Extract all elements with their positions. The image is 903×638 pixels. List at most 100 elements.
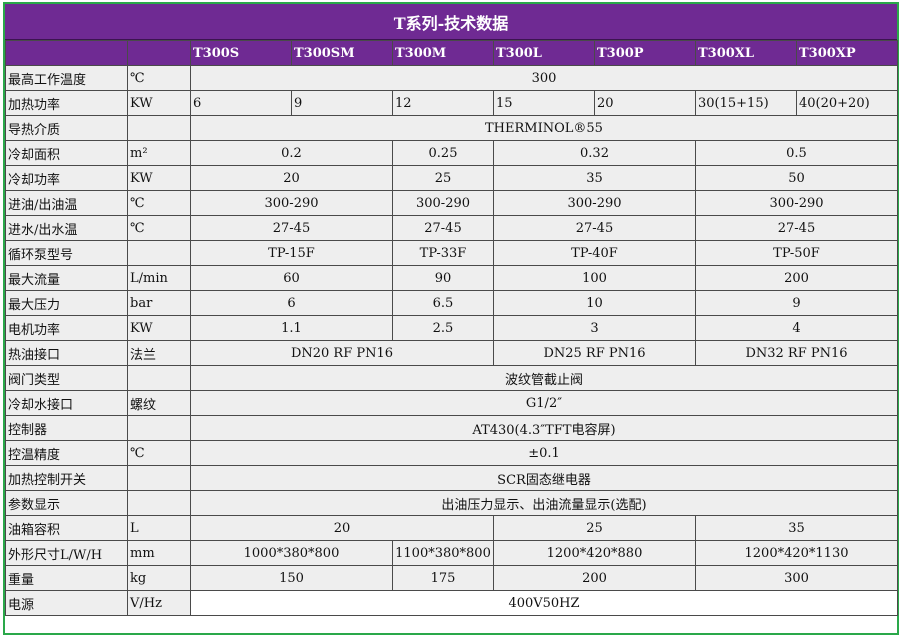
value-cell: 30(15+15)	[695, 90, 797, 116]
row-label: 进水/出水温	[5, 215, 128, 241]
value-cell: 400V50HZ	[190, 590, 898, 616]
value-cell: 波纹管截止阀	[190, 365, 898, 391]
model-header: T300XL	[695, 40, 797, 66]
value-cell: G1/2″	[190, 390, 898, 416]
value-cell: 27-45	[392, 215, 494, 241]
value-cell: 10	[493, 290, 696, 316]
value-cell: 20	[190, 515, 494, 541]
row-unit: ℃	[127, 215, 191, 241]
row-unit: L/min	[127, 265, 191, 291]
model-header: T300XP	[796, 40, 898, 66]
table-title: T系列-技术数据	[5, 4, 897, 40]
model-header-row: T300S T300SM T300M T300L T300P T300XL T3…	[5, 40, 898, 66]
spec-row: 加热功率 KW 6 9 12 15 20 30(15+15) 40(20+20)	[5, 90, 898, 116]
value-cell: 35	[493, 165, 696, 191]
model-header: T300L	[493, 40, 595, 66]
value-cell: 20	[190, 165, 393, 191]
row-label: 外形尺寸L/W/H	[5, 540, 128, 566]
spec-row: 油箱容积 L 20 25 35	[5, 515, 898, 541]
row-unit: L	[127, 515, 191, 541]
value-cell: 25	[392, 165, 494, 191]
value-cell: 12	[392, 90, 494, 116]
spec-row: 最高工作温度 ℃ 300	[5, 65, 898, 91]
value-cell: 40(20+20)	[796, 90, 898, 116]
value-cell: DN25 RF PN16	[493, 340, 696, 366]
value-cell: 300-290	[190, 190, 393, 216]
value-cell: 27-45	[493, 215, 696, 241]
row-label: 重量	[5, 565, 128, 591]
row-unit: KW	[127, 315, 191, 341]
value-cell: 300-290	[493, 190, 696, 216]
value-cell: 35	[695, 515, 898, 541]
row-label: 油箱容积	[5, 515, 128, 541]
row-unit: kg	[127, 565, 191, 591]
row-label: 最高工作温度	[5, 65, 128, 91]
row-label: 导热介质	[5, 115, 128, 141]
value-cell: TP-50F	[695, 240, 898, 266]
row-label: 加热控制开关	[5, 465, 128, 491]
spec-row: 阀门类型 波纹管截止阀	[5, 365, 898, 391]
value-cell: DN32 RF PN16	[695, 340, 898, 366]
row-unit: ℃	[127, 190, 191, 216]
value-cell: 1.1	[190, 315, 393, 341]
value-cell: 0.32	[493, 140, 696, 166]
value-cell: 300-290	[695, 190, 898, 216]
value-cell: 6.5	[392, 290, 494, 316]
spec-row: 电源 V/Hz 400V50HZ	[5, 590, 898, 616]
row-unit	[127, 240, 191, 266]
value-cell: 200	[695, 265, 898, 291]
model-header: T300S	[190, 40, 292, 66]
value-cell: 1100*380*800	[392, 540, 494, 566]
spec-row: 重量 kg 150 175 200 300	[5, 565, 898, 591]
spec-row: 冷却水接口 螺纹 G1/2″	[5, 390, 898, 416]
value-cell: 2.5	[392, 315, 494, 341]
spec-row: 最大压力 bar 6 6.5 10 9	[5, 290, 898, 316]
row-label: 加热功率	[5, 90, 128, 116]
row-unit	[127, 490, 191, 516]
spec-sheet: T系列-技术数据 T300S T300SM T300M T300L T300P …	[3, 2, 899, 635]
value-cell: 20	[594, 90, 696, 116]
value-cell: 27-45	[695, 215, 898, 241]
model-header: T300M	[392, 40, 494, 66]
spec-row: 外形尺寸L/W/H mm 1000*380*800 1100*380*800 1200*…	[5, 540, 898, 566]
spec-row: 热油接口 法兰 DN20 RF PN16 DN25 RF PN16 DN32 RF PN…	[5, 340, 898, 366]
value-cell: 90	[392, 265, 494, 291]
spec-table-body: T300S T300SM T300M T300L T300P T300XL T3…	[5, 40, 898, 616]
row-label: 控制器	[5, 415, 128, 441]
model-header: T300P	[594, 40, 696, 66]
row-label: 电源	[5, 590, 128, 616]
value-cell: 27-45	[190, 215, 393, 241]
value-cell: 0.2	[190, 140, 393, 166]
row-label: 冷却功率	[5, 165, 128, 191]
row-label: 冷却面积	[5, 140, 128, 166]
value-cell: 6	[190, 90, 292, 116]
row-label: 控温精度	[5, 440, 128, 466]
row-unit: bar	[127, 290, 191, 316]
value-cell: 0.25	[392, 140, 494, 166]
value-cell: 100	[493, 265, 696, 291]
value-cell: 60	[190, 265, 393, 291]
spec-row: 导热介质 THERMINOL®55	[5, 115, 898, 141]
row-label: 进油/出油温	[5, 190, 128, 216]
spec-row: 最大流量 L/min 60 90 100 200	[5, 265, 898, 291]
row-label: 最大流量	[5, 265, 128, 291]
value-cell: 4	[695, 315, 898, 341]
value-cell: 1200*420*880	[493, 540, 696, 566]
row-label: 热油接口	[5, 340, 128, 366]
value-cell: DN20 RF PN16	[190, 340, 494, 366]
spec-row: 循环泵型号 TP-15F TP-33F TP-40F TP-50F	[5, 240, 898, 266]
spec-row: 冷却功率 KW 20 25 35 50	[5, 165, 898, 191]
value-cell: SCR固态继电器	[190, 465, 898, 491]
row-unit	[127, 365, 191, 391]
spec-row: 控制器 AT430(4.3″TFT电容屏)	[5, 415, 898, 441]
row-unit: V/Hz	[127, 590, 191, 616]
value-cell: 50	[695, 165, 898, 191]
value-cell: 9	[291, 90, 393, 116]
value-cell: 25	[493, 515, 696, 541]
row-label: 最大压力	[5, 290, 128, 316]
spec-table: T300S T300SM T300M T300L T300P T300XL T3…	[5, 40, 898, 616]
spec-row: 电机功率 KW 1.1 2.5 3 4	[5, 315, 898, 341]
row-label: 阀门类型	[5, 365, 128, 391]
value-cell: 出油压力显示、出油流量显示(选配)	[190, 490, 898, 516]
spec-row: 进水/出水温 ℃ 27-45 27-45 27-45 27-45	[5, 215, 898, 241]
